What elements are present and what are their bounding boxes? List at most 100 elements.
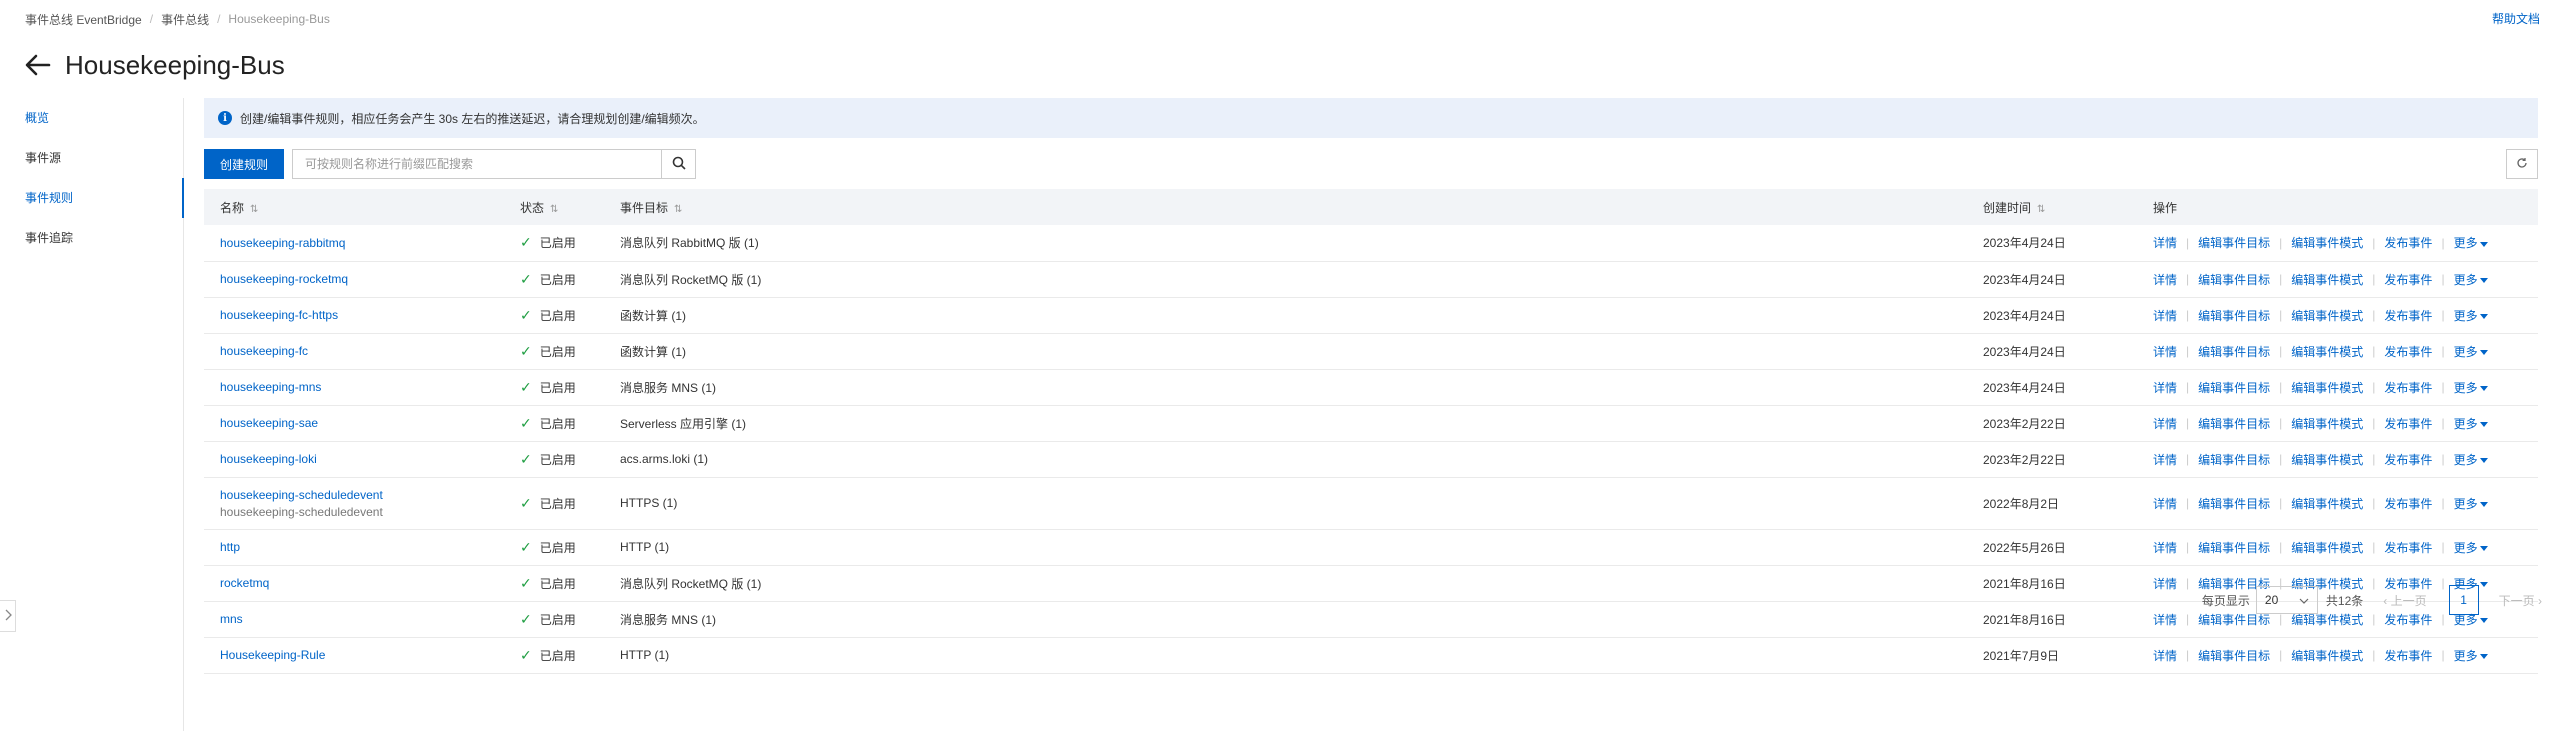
breadcrumb-item[interactable]: 事件总线 EventBridge [25, 11, 142, 28]
details-link[interactable]: 详情 [2153, 495, 2177, 512]
rule-name-link[interactable]: housekeeping-loki [220, 452, 504, 466]
rule-name-link[interactable]: housekeeping-fc [220, 344, 504, 358]
column-header-status[interactable]: 状态 ⇅ [504, 189, 604, 225]
rule-name-cell: housekeeping-fc [204, 333, 504, 369]
publish-event-link[interactable]: 发布事件 [2384, 451, 2432, 468]
rule-name-link[interactable]: housekeeping-fc-https [220, 308, 504, 322]
rule-name-link[interactable]: Housekeeping-Rule [220, 648, 504, 662]
next-page-button[interactable]: 下一页 › [2499, 592, 2542, 609]
details-link[interactable]: 详情 [2153, 575, 2177, 592]
info-icon: i [218, 111, 232, 125]
sort-icon[interactable]: ⇅ [550, 204, 558, 215]
details-link[interactable]: 详情 [2153, 271, 2177, 288]
details-link[interactable]: 详情 [2153, 379, 2177, 396]
details-link[interactable]: 详情 [2153, 234, 2177, 251]
more-dropdown[interactable]: 更多 [2454, 379, 2488, 396]
publish-event-link[interactable]: 发布事件 [2384, 495, 2432, 512]
back-arrow-icon[interactable] [25, 52, 51, 78]
edit-pattern-link[interactable]: 编辑事件模式 [2291, 307, 2363, 324]
edit-targets-link[interactable]: 编辑事件目标 [2198, 539, 2270, 556]
sort-icon[interactable]: ⇅ [250, 204, 258, 215]
edit-targets-link[interactable]: 编辑事件目标 [2198, 495, 2270, 512]
more-dropdown[interactable]: 更多 [2454, 451, 2488, 468]
breadcrumb-item[interactable]: 事件总线 [161, 11, 209, 28]
status-text: 已启用 [539, 344, 576, 359]
sidebar-collapse-toggle[interactable] [0, 600, 16, 632]
publish-event-link[interactable]: 发布事件 [2384, 307, 2432, 324]
prev-page-button[interactable]: ‹ 上一页 [2383, 592, 2426, 609]
edit-pattern-link[interactable]: 编辑事件模式 [2291, 234, 2363, 251]
edit-pattern-link[interactable]: 编辑事件模式 [2291, 379, 2363, 396]
edit-pattern-link[interactable]: 编辑事件模式 [2291, 271, 2363, 288]
publish-event-link[interactable]: 发布事件 [2384, 379, 2432, 396]
rule-name-link[interactable]: housekeeping-scheduledevent [220, 488, 504, 502]
more-dropdown[interactable]: 更多 [2454, 647, 2488, 664]
nav-item-event-sources[interactable]: 事件源 [0, 138, 183, 178]
details-link[interactable]: 详情 [2153, 451, 2177, 468]
rule-name-link[interactable]: housekeeping-rocketmq [220, 272, 504, 286]
edit-targets-link[interactable]: 编辑事件目标 [2198, 234, 2270, 251]
edit-pattern-link[interactable]: 编辑事件模式 [2291, 451, 2363, 468]
create-rule-button[interactable]: 创建规则 [204, 149, 285, 179]
column-header-name[interactable]: 名称 ⇅ [204, 189, 504, 225]
search-input[interactable] [292, 149, 663, 179]
column-header-created[interactable]: 创建时间 ⇅ [1967, 189, 2137, 225]
search-button[interactable] [662, 149, 697, 179]
details-link[interactable]: 详情 [2153, 343, 2177, 360]
details-link[interactable]: 详情 [2153, 415, 2177, 432]
edit-pattern-link[interactable]: 编辑事件模式 [2291, 415, 2363, 432]
table-row: housekeeping-fc ✓ 已启用 函数计算 (1) 2023年4月24… [204, 333, 2538, 369]
more-dropdown[interactable]: 更多 [2454, 234, 2488, 251]
nav-item-event-tracing[interactable]: 事件追踪 [0, 218, 183, 258]
edit-targets-link[interactable]: 编辑事件目标 [2198, 307, 2270, 324]
rule-name-link[interactable]: rocketmq [220, 576, 504, 590]
rule-name-link[interactable]: housekeeping-mns [220, 380, 504, 394]
more-dropdown[interactable]: 更多 [2454, 307, 2488, 324]
page-size-select[interactable]: 20 [2255, 586, 2318, 614]
publish-event-link[interactable]: 发布事件 [2384, 539, 2432, 556]
more-dropdown[interactable]: 更多 [2454, 271, 2488, 288]
table-header-row: 名称 ⇅ 状态 ⇅ 事件目标 ⇅ 创建时间 ⇅ 操作 [204, 189, 2538, 225]
publish-event-link[interactable]: 发布事件 [2384, 234, 2432, 251]
sort-icon[interactable]: ⇅ [674, 204, 682, 215]
edit-pattern-link[interactable]: 编辑事件模式 [2291, 539, 2363, 556]
nav-item-overview[interactable]: 概览 [0, 98, 183, 138]
publish-event-link[interactable]: 发布事件 [2384, 343, 2432, 360]
nav-item-event-rules[interactable]: 事件规则 [0, 178, 184, 218]
publish-event-link[interactable]: 发布事件 [2384, 415, 2432, 432]
edit-pattern-link[interactable]: 编辑事件模式 [2291, 343, 2363, 360]
more-dropdown[interactable]: 更多 [2454, 539, 2488, 556]
rule-name-link[interactable]: housekeeping-rabbitmq [220, 236, 504, 250]
target-cell: Serverless 应用引擎 (1) [620, 416, 747, 431]
details-link[interactable]: 详情 [2153, 307, 2177, 324]
details-link[interactable]: 详情 [2153, 647, 2177, 664]
rule-name-link[interactable]: http [220, 540, 504, 554]
more-dropdown[interactable]: 更多 [2454, 495, 2488, 512]
edit-targets-link[interactable]: 编辑事件目标 [2198, 379, 2270, 396]
chevron-down-icon [2479, 653, 2488, 659]
rule-name-link[interactable]: mns [220, 612, 504, 626]
chevron-down-icon [2479, 421, 2488, 427]
breadcrumb-item-current: Housekeeping-Bus [228, 12, 330, 26]
details-link[interactable]: 详情 [2153, 611, 2177, 628]
page-number-current[interactable]: 1 [2448, 585, 2479, 615]
edit-targets-link[interactable]: 编辑事件目标 [2198, 415, 2270, 432]
column-header-target[interactable]: 事件目标 ⇅ [604, 189, 1967, 225]
sort-icon[interactable]: ⇅ [2037, 204, 2045, 215]
status-cell: ✓ 已启用 [504, 477, 604, 529]
edit-pattern-link[interactable]: 编辑事件模式 [2291, 495, 2363, 512]
edit-targets-link[interactable]: 编辑事件目标 [2198, 343, 2270, 360]
rule-name-link[interactable]: housekeeping-sae [220, 416, 504, 430]
edit-targets-link[interactable]: 编辑事件目标 [2198, 647, 2270, 664]
edit-targets-link[interactable]: 编辑事件目标 [2198, 271, 2270, 288]
edit-targets-link[interactable]: 编辑事件目标 [2198, 451, 2270, 468]
details-link[interactable]: 详情 [2153, 539, 2177, 556]
refresh-button[interactable] [2506, 149, 2538, 179]
publish-event-link[interactable]: 发布事件 [2384, 647, 2432, 664]
actions-cell: 详情 | 编辑事件目标 | 编辑事件模式 | 发布事件 | 更多 [2137, 225, 2538, 261]
more-dropdown[interactable]: 更多 [2454, 415, 2488, 432]
publish-event-link[interactable]: 发布事件 [2384, 271, 2432, 288]
edit-pattern-link[interactable]: 编辑事件模式 [2291, 647, 2363, 664]
more-dropdown[interactable]: 更多 [2454, 343, 2488, 360]
help-docs-link[interactable]: 帮助文档 [2492, 10, 2540, 27]
